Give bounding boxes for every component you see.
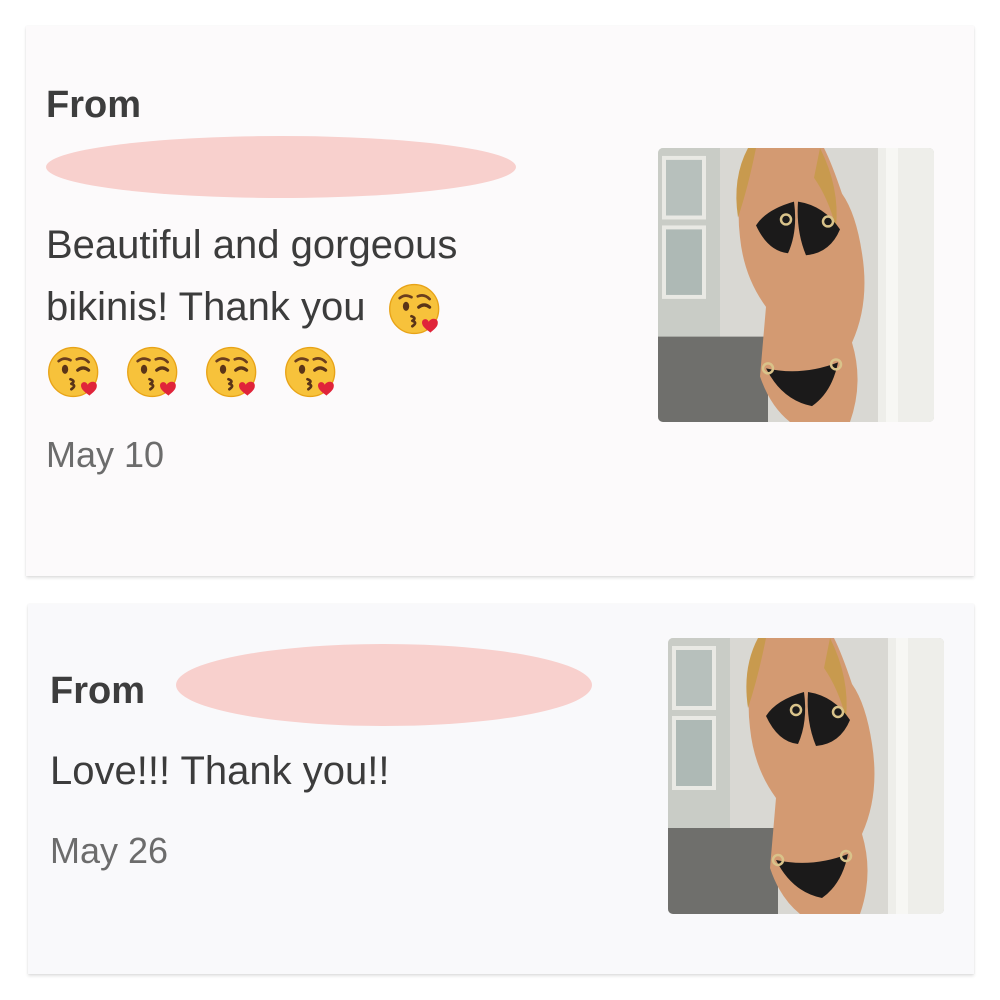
kissing-face-icon bbox=[46, 343, 104, 401]
from-label: From bbox=[46, 84, 141, 126]
review-card: From Love!!! Thank you!! May 26 bbox=[28, 604, 974, 974]
review-card: From Beautiful and gorgeous bikinis! Tha… bbox=[26, 26, 974, 576]
review-date: May 10 bbox=[46, 434, 165, 475]
kissing-face-icon bbox=[125, 343, 183, 401]
redacted-name bbox=[46, 136, 516, 198]
message-line-2: bikinis! Thank you bbox=[46, 276, 457, 338]
product-photo-image bbox=[668, 638, 944, 914]
kissing-face-icon bbox=[387, 280, 445, 338]
kissing-face-icon bbox=[283, 343, 341, 401]
message-line-1: Beautiful and gorgeous bbox=[46, 223, 458, 267]
review-message: Beautiful and gorgeous bikinis! Thank yo… bbox=[46, 214, 457, 401]
review-message: Love!!! Thank you!! bbox=[50, 749, 390, 793]
emoji-row bbox=[46, 338, 457, 400]
review-photo[interactable] bbox=[668, 638, 944, 914]
review-date: May 26 bbox=[50, 830, 169, 871]
message-line-2-text: bikinis! Thank you bbox=[46, 285, 366, 329]
redacted-name bbox=[176, 644, 592, 726]
review-photo[interactable] bbox=[658, 148, 934, 422]
from-label: From bbox=[50, 670, 145, 712]
kissing-face-icon bbox=[204, 343, 262, 401]
product-photo-image bbox=[658, 148, 934, 422]
